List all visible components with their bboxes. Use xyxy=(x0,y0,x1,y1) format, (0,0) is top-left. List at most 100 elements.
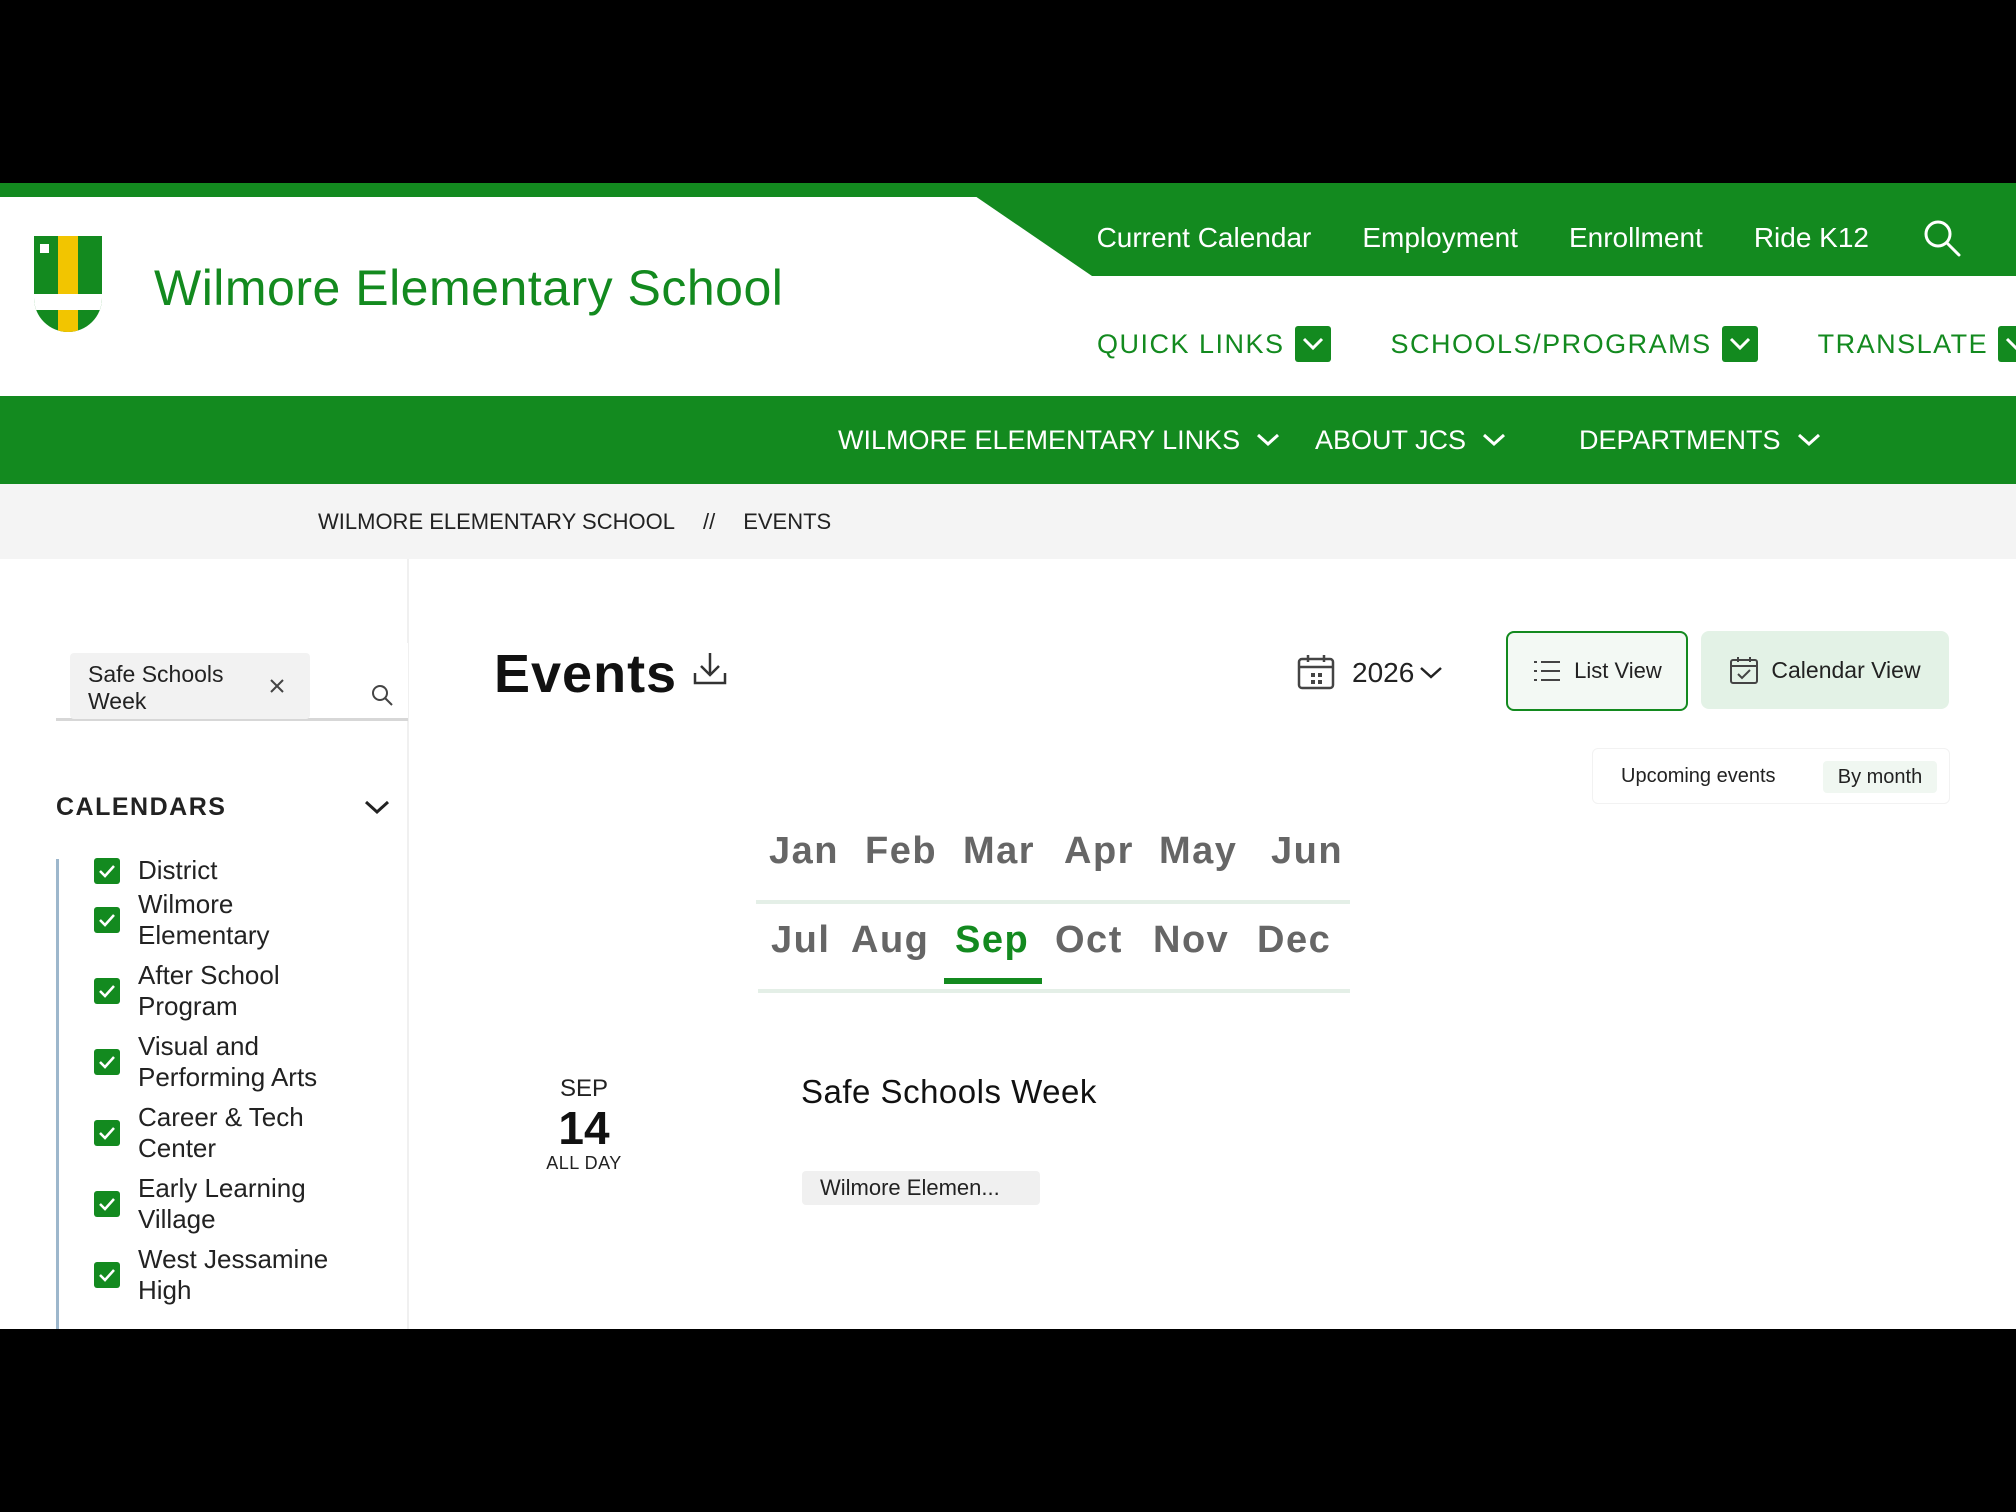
calendar-view-label: Calendar View xyxy=(1771,656,1921,683)
calendar-icon xyxy=(1297,655,1335,690)
filter-chip-label: Safe Schools Week xyxy=(88,661,224,714)
event-search-filter[interactable]: Safe Schools Week xyxy=(56,643,408,721)
chevron-down-icon xyxy=(1257,433,1280,447)
month-may[interactable]: May xyxy=(1159,830,1237,873)
checkbox-checked-icon[interactable] xyxy=(94,1049,120,1075)
calendar-item-early-learning-village[interactable]: Early Learning Village xyxy=(94,1173,328,1235)
month-feb[interactable]: Feb xyxy=(865,830,937,873)
month-jun[interactable]: Jun xyxy=(1271,830,1343,873)
calendar-item-west-jessamine-high[interactable]: West Jessamine High xyxy=(94,1244,348,1306)
month-dec[interactable]: Dec xyxy=(1257,919,1331,962)
calendar-item-label: Visual and Performing Arts xyxy=(138,1031,318,1092)
month-jul[interactable]: Jul xyxy=(771,919,830,962)
breadcrumb-home-link[interactable]: WILMORE ELEMENTARY SCHOOL xyxy=(318,509,675,535)
nav-label: WILMORE ELEMENTARY LINKS xyxy=(838,424,1241,455)
month-row-rule xyxy=(758,989,1350,993)
util-link-enrollment[interactable]: Enrollment xyxy=(1569,222,1703,254)
toggle-by-month[interactable]: By month xyxy=(1823,761,1937,793)
main-nav: WILMORE ELEMENTARY LINKS ABOUT JCS DEPAR… xyxy=(0,396,2016,484)
toggle-upcoming-events[interactable]: Upcoming events xyxy=(1621,765,1776,788)
nav-label: ABOUT JCS xyxy=(1315,424,1467,455)
dropdown-label: TRANSLATE xyxy=(1817,328,1989,359)
calendars-heading: CALENDARS xyxy=(56,793,227,821)
calendar-item-label: West Jessamine High xyxy=(138,1244,329,1305)
year-select[interactable]: 2026 xyxy=(1352,653,1444,693)
browser-viewport: Wilmore Elementary School Current Calend… xyxy=(0,183,2016,1329)
list-view-label: List View xyxy=(1574,658,1662,683)
nav-departments[interactable]: DEPARTMENTS xyxy=(1579,396,1821,484)
download-icon[interactable] xyxy=(692,649,728,689)
chevron-down-icon xyxy=(1420,667,1443,679)
event-calendar-tag: Wilmore Elemen... xyxy=(802,1171,1040,1205)
event-title-link[interactable]: Safe Schools Week xyxy=(801,1073,1097,1111)
list-icon xyxy=(1534,661,1561,681)
month-sep[interactable]: Sep xyxy=(955,919,1029,962)
calendar-item-label: After School Program xyxy=(138,960,280,1021)
calendar-item-after-school-program[interactable]: After School Program xyxy=(94,960,308,1022)
chevron-down-icon xyxy=(1483,433,1506,447)
month-row-rule xyxy=(756,900,1350,904)
month-row-1: Jan Feb Mar Apr May Jun xyxy=(756,830,1350,904)
breadcrumb: WILMORE ELEMENTARY SCHOOL // EVENTS xyxy=(0,484,2016,559)
shield-logo-icon[interactable] xyxy=(34,236,102,346)
dropdown-label: SCHOOLS/PROGRAMS xyxy=(1390,328,1712,359)
list-view-button[interactable]: List View xyxy=(1506,631,1688,711)
checkbox-checked-icon[interactable] xyxy=(94,857,120,884)
calendar-view-button[interactable]: Calendar View xyxy=(1701,631,1949,709)
filter-chip: Safe Schools Week xyxy=(70,653,310,719)
month-mar[interactable]: Mar xyxy=(963,830,1035,873)
calendar-item-wilmore-elementary[interactable]: Wilmore Elementary xyxy=(94,889,288,951)
breadcrumb-current: EVENTS xyxy=(743,508,832,534)
event-day: 14 xyxy=(558,1102,610,1154)
checkbox-checked-icon[interactable] xyxy=(94,978,120,1004)
year-value: 2026 xyxy=(1352,657,1415,688)
month-aug[interactable]: Aug xyxy=(851,919,929,962)
search-icon[interactable] xyxy=(1920,216,1964,260)
checkbox-checked-icon[interactable] xyxy=(94,1191,120,1217)
util-link-current-calendar[interactable]: Current Calendar xyxy=(1097,222,1312,254)
month-apr[interactable]: Apr xyxy=(1064,830,1134,873)
search-icon[interactable] xyxy=(370,683,394,707)
calendar-item-label: Wilmore Elementary xyxy=(138,889,270,950)
calendar-check-icon xyxy=(1730,657,1759,684)
event-range-toggle: Upcoming events By month xyxy=(1592,748,1950,804)
dropdown-nav: QUICK LINKS SCHOOLS/PROGRAMS TRANSLATE xyxy=(1097,321,2016,367)
dropdown-label: QUICK LINKS xyxy=(1097,328,1285,359)
util-link-employment[interactable]: Employment xyxy=(1362,222,1518,254)
nav-label: DEPARTMENTS xyxy=(1579,424,1781,455)
calendar-item-label: Early Learning Village xyxy=(138,1173,306,1234)
dropdown-schools-programs[interactable]: SCHOOLS/PROGRAMS xyxy=(1391,326,1758,362)
calendar-item-visual-performing-arts[interactable]: Visual and Performing Arts xyxy=(94,1031,338,1093)
month-jan[interactable]: Jan xyxy=(769,830,839,873)
nav-about-jcs[interactable]: ABOUT JCS xyxy=(1315,396,1506,484)
calendar-item-career-tech-center[interactable]: Career & Tech Center xyxy=(94,1102,328,1164)
utility-nav: Current Calendar Employment Enrollment R… xyxy=(1097,213,2016,263)
dropdown-translate[interactable]: TRANSLATE xyxy=(1818,326,2016,362)
chevron-down-icon xyxy=(1797,433,1820,447)
checkbox-checked-icon[interactable] xyxy=(94,1262,120,1288)
calendar-item-district[interactable]: District xyxy=(94,855,368,886)
chevron-down-icon[interactable] xyxy=(1721,326,1758,362)
close-icon[interactable] xyxy=(266,675,288,697)
month-oct[interactable]: Oct xyxy=(1055,919,1123,962)
checkbox-checked-icon[interactable] xyxy=(94,1120,120,1146)
dropdown-quick-links[interactable]: QUICK LINKS xyxy=(1097,326,1331,362)
page-title: Events xyxy=(494,644,678,704)
calendar-item-label: District xyxy=(138,855,218,885)
chevron-down-icon[interactable] xyxy=(362,795,392,819)
event-date: SEP 14 ALL DAY xyxy=(520,1075,648,1174)
school-name-logo-text[interactable]: Wilmore Elementary School xyxy=(154,259,783,317)
month-row-2: Jul Aug Sep Oct Nov Dec xyxy=(758,919,1350,993)
month-nov[interactable]: Nov xyxy=(1153,919,1229,962)
checkbox-checked-icon[interactable] xyxy=(94,907,120,933)
chevron-down-icon[interactable] xyxy=(1998,326,2016,362)
event-time: ALL DAY xyxy=(546,1153,622,1173)
calendar-list-rule xyxy=(56,859,59,1329)
chevron-down-icon[interactable] xyxy=(1294,326,1331,362)
calendar-item-label: Career & Tech Center xyxy=(138,1102,304,1163)
breadcrumb-separator: // xyxy=(702,508,716,534)
event-month: SEP xyxy=(559,1075,609,1102)
util-link-ride-k12[interactable]: Ride K12 xyxy=(1754,222,1869,254)
site-header: Wilmore Elementary School Current Calend… xyxy=(0,183,2016,396)
nav-wilmore-elementary-links[interactable]: WILMORE ELEMENTARY LINKS xyxy=(838,396,1280,484)
